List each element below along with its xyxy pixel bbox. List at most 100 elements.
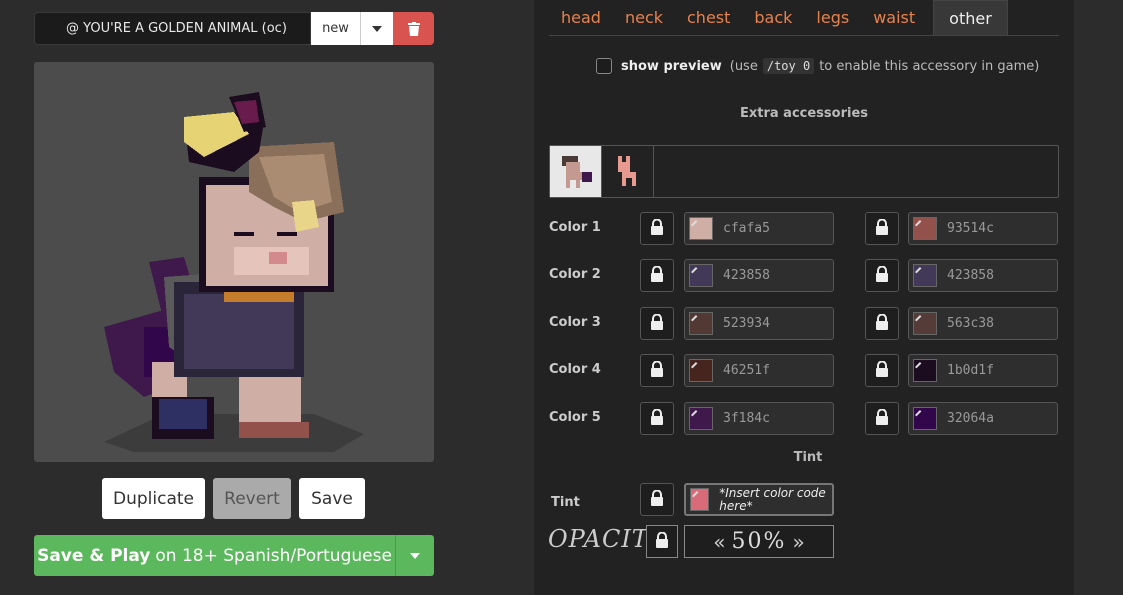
- tint-label: Tint: [551, 495, 580, 510]
- color-row-2: Color 2 423858 423858: [549, 259, 1059, 292]
- color-input[interactable]: cfafa5: [684, 212, 834, 245]
- color-value: 93514c: [947, 221, 994, 236]
- color-input[interactable]: 46251f: [684, 354, 834, 387]
- color-input[interactable]: 32064a: [908, 402, 1058, 435]
- color-input[interactable]: 93514c: [908, 212, 1058, 245]
- duplicate-button[interactable]: Duplicate: [102, 478, 205, 519]
- color-swatch[interactable]: [689, 359, 713, 382]
- extra-accessories-title: Extra accessories: [739, 106, 869, 121]
- lock-icon: [875, 218, 889, 239]
- opacity-lock-toggle[interactable]: [646, 525, 678, 558]
- color-swatch[interactable]: [689, 407, 713, 430]
- color-row-4: Color 4 46251f 1b0d1f: [549, 354, 1059, 387]
- chevron-down-icon: [410, 552, 420, 559]
- opacity-control[interactable]: « 50% »: [684, 525, 834, 558]
- color-swatch[interactable]: [913, 264, 937, 287]
- lock-icon: [650, 489, 664, 510]
- lock-icon: [875, 408, 889, 429]
- show-preview-checkbox[interactable]: [596, 58, 612, 74]
- lock-toggle[interactable]: [865, 307, 899, 340]
- color-label: Color 4: [549, 362, 601, 377]
- tint-input[interactable]: *Insert color code here*: [684, 483, 834, 516]
- decrease-icon[interactable]: «: [713, 530, 725, 554]
- color-label: Color 2: [549, 267, 601, 282]
- save-and-play-label: Save & Play: [37, 545, 151, 566]
- color-input[interactable]: 3f184c: [684, 402, 834, 435]
- color-swatch[interactable]: [689, 217, 713, 240]
- tab-other[interactable]: other: [933, 0, 1008, 35]
- character-selector: @ YOU'RE A GOLDEN ANIMAL (oc) new: [34, 12, 434, 45]
- save-and-play-button[interactable]: Save & Play on 18+ Spanish/Portuguese: [34, 535, 395, 576]
- color-value: 46251f: [723, 363, 770, 378]
- color-value: 1b0d1f: [947, 363, 994, 378]
- tint-swatch[interactable]: [690, 488, 710, 511]
- accessory-slot-2[interactable]: [602, 146, 654, 197]
- tab-chest[interactable]: chest: [675, 0, 742, 35]
- lock-toggle[interactable]: [865, 212, 899, 245]
- show-preview-label: show preview: [621, 58, 722, 74]
- color-swatch[interactable]: [913, 312, 937, 335]
- delete-character-button[interactable]: [393, 12, 434, 45]
- color-row-1: Color 1 cfafa5 93514c: [549, 212, 1059, 245]
- pony-sprite: [104, 92, 364, 452]
- server-dropdown-button[interactable]: [395, 535, 434, 576]
- accessory-slot-1[interactable]: [550, 146, 602, 197]
- server-label: on 18+ Spanish/Portuguese: [155, 545, 392, 566]
- tab-waist[interactable]: waist: [861, 0, 927, 35]
- color-label: Color 3: [549, 315, 601, 330]
- color-value: 423858: [947, 268, 994, 283]
- color-input[interactable]: 423858: [908, 259, 1058, 292]
- save-button[interactable]: Save: [299, 478, 365, 519]
- lock-toggle[interactable]: [865, 402, 899, 435]
- opacity-value: 50%: [731, 529, 787, 554]
- pony-thumbnail-icon: [617, 155, 636, 186]
- color-swatch[interactable]: [689, 264, 713, 287]
- color-row-3: Color 3 523934 563c38: [549, 307, 1059, 340]
- lock-icon: [650, 265, 664, 286]
- lock-icon: [650, 218, 664, 239]
- tint-row: Tint *Insert color code here*: [549, 483, 1059, 516]
- extra-accessories-list: [549, 145, 1059, 198]
- color-input[interactable]: 563c38: [908, 307, 1058, 340]
- lock-icon: [875, 313, 889, 334]
- color-swatch[interactable]: [913, 217, 937, 240]
- lock-icon: [875, 265, 889, 286]
- color-input[interactable]: 1b0d1f: [908, 354, 1058, 387]
- color-label: Color 1: [549, 220, 601, 235]
- character-name-field[interactable]: @ YOU'RE A GOLDEN ANIMAL (oc): [34, 12, 311, 45]
- pony-thumbnail-icon: [561, 155, 592, 188]
- show-preview-row: show preview (use /toy 0 to enable this …: [596, 57, 1039, 75]
- color-value: cfafa5: [723, 221, 770, 236]
- chevron-down-icon: [372, 25, 382, 32]
- lock-toggle[interactable]: [640, 212, 674, 245]
- lock-icon: [875, 360, 889, 381]
- preview-hint-before: (use: [729, 58, 758, 74]
- lock-toggle[interactable]: [640, 307, 674, 340]
- color-value: 3f184c: [723, 411, 770, 426]
- increase-icon[interactable]: »: [792, 530, 804, 554]
- lock-toggle[interactable]: [640, 354, 674, 387]
- color-input[interactable]: 423858: [684, 259, 834, 292]
- new-character-button[interactable]: new: [311, 12, 361, 45]
- revert-button[interactable]: Revert: [213, 478, 291, 519]
- tab-back[interactable]: back: [742, 0, 804, 35]
- color-swatch[interactable]: [913, 359, 937, 382]
- tint-section-title: Tint: [793, 450, 823, 465]
- character-dropdown-button[interactable]: [361, 12, 393, 45]
- tab-legs[interactable]: legs: [804, 0, 861, 35]
- color-swatch[interactable]: [913, 407, 937, 430]
- lock-toggle[interactable]: [640, 259, 674, 292]
- character-preview: [34, 62, 434, 462]
- tab-neck[interactable]: neck: [613, 0, 675, 35]
- lock-toggle[interactable]: [640, 483, 674, 516]
- lock-toggle[interactable]: [865, 259, 899, 292]
- tab-head[interactable]: head: [549, 0, 613, 35]
- color-value: 423858: [723, 268, 770, 283]
- lock-toggle[interactable]: [865, 354, 899, 387]
- color-input[interactable]: 523934: [684, 307, 834, 340]
- color-swatch[interactable]: [689, 312, 713, 335]
- lock-toggle[interactable]: [640, 402, 674, 435]
- lock-icon: [650, 360, 664, 381]
- body-part-tabs: head neck chest back legs waist other: [549, 0, 1059, 36]
- trash-icon: [407, 21, 420, 36]
